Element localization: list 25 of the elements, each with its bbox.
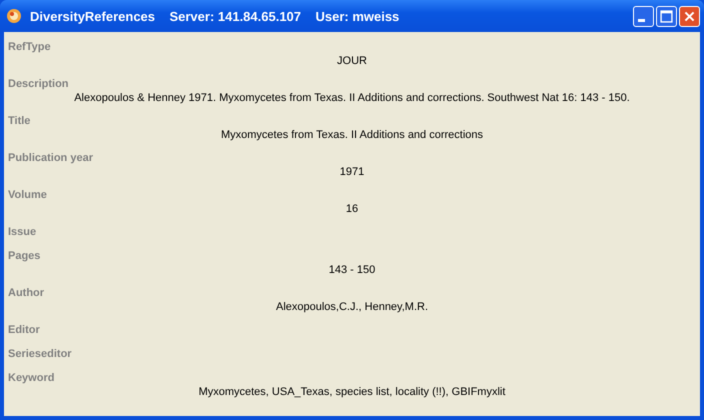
minimize-button[interactable] [633,6,654,26]
field-label: Serieseditor [8,347,72,362]
window-title: DiversityReferences Server: 141.84.65.107 User: mweiss [30,8,400,24]
app-icon [6,8,22,24]
field-value: 16 [346,203,358,216]
field-value: JOUR [337,55,367,68]
minimize-icon [638,18,645,22]
field-label: Pages [8,249,40,264]
field-label: Publication year [8,151,93,166]
field-label: Issue [8,225,36,240]
field-label: Editor [8,323,40,338]
maximize-button[interactable] [656,6,677,26]
field-label: Volume [8,188,47,203]
field-value: 1971 [340,166,364,179]
field-value: 143 - 150 [328,264,376,277]
close-button[interactable] [679,6,700,26]
field-value: Alexopoulos & Henney 1971. Myxomycetes from Texas. II Additions and corrections. Southwest Nat 16: 143 - 150. [74,92,630,105]
field-label: Keyword [8,371,54,386]
field-label: Author [8,286,44,301]
field-label: Description [8,77,69,92]
field-value: Myxomycetes from Texas. II Additions and corrections [220,129,484,142]
field-value: Alexopoulos,C.J., Henney,M.R. [276,301,428,314]
field-label: Title [8,114,30,129]
field-label: RefType [8,40,51,55]
field-value: Myxomycetes, USA_Texas, species list, locality (!!), GBIFmyxlit [198,386,506,399]
